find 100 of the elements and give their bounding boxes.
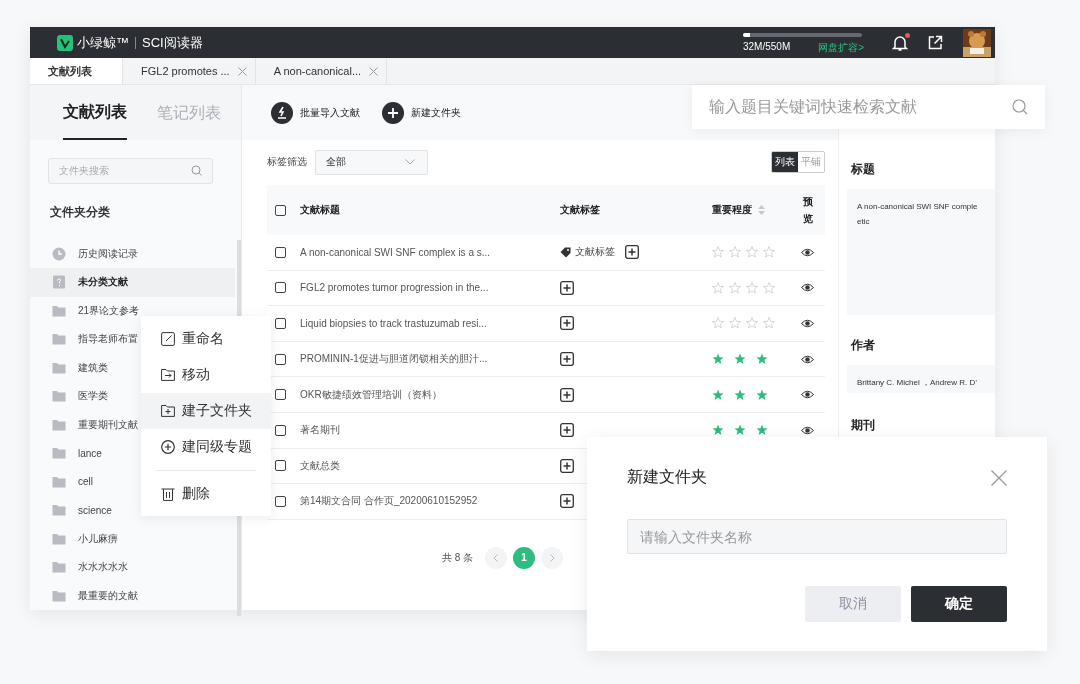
import-icon — [271, 101, 293, 124]
add-tag-icon[interactable] — [560, 316, 574, 331]
add-tag-icon[interactable] — [560, 387, 574, 402]
star-rating[interactable] — [712, 246, 775, 259]
checkbox[interactable] — [275, 204, 286, 216]
document-tab[interactable]: 文献列表 — [30, 58, 123, 84]
logo-icon — [57, 34, 73, 51]
upgrade-link[interactable]: 网盘扩容> — [818, 41, 864, 55]
field-label: 作者 — [850, 337, 876, 354]
document-title[interactable]: 著名期刊 — [300, 424, 340, 436]
close-icon[interactable] — [369, 66, 379, 76]
folder-icon — [52, 503, 66, 518]
checkbox[interactable] — [275, 282, 286, 294]
plus-icon — [382, 101, 404, 124]
folder-icon — [52, 360, 66, 375]
folder-icon — [52, 588, 66, 603]
column-header: 文献标题 — [300, 204, 340, 215]
title-value: etic — [857, 216, 871, 228]
field-label: 标题 — [850, 161, 876, 178]
add-tag-icon[interactable] — [625, 245, 639, 260]
folder-icon — [52, 474, 66, 489]
external-link-icon[interactable] — [928, 35, 943, 50]
confirm-button[interactable]: 确定 — [911, 586, 1007, 622]
column-header[interactable]: 重要程度 — [712, 203, 752, 217]
checkbox[interactable] — [275, 389, 286, 401]
folder-item[interactable]: 历史阅读记录 — [30, 239, 235, 268]
add-tag-icon[interactable] — [560, 423, 574, 438]
folder-icon — [52, 332, 66, 347]
storage-reading: 32M/550M — [743, 41, 791, 54]
checkbox[interactable] — [275, 460, 286, 472]
column-header: 文献标签 — [560, 203, 600, 217]
clock-icon — [52, 246, 66, 261]
eye-icon[interactable] — [801, 319, 814, 328]
trash-icon — [161, 487, 175, 501]
add-tag-icon[interactable] — [560, 352, 574, 367]
folder-item[interactable]: 未分类文献 — [30, 268, 235, 297]
checkbox[interactable] — [275, 353, 286, 365]
search-icon[interactable] — [1012, 99, 1028, 115]
folder-icon — [52, 417, 66, 432]
author-value: Brittany C. Michel ，Andrew R. D’ — [857, 377, 979, 389]
document-title[interactable]: FGL2 promotes tumor progression in the... — [300, 282, 489, 294]
folder-icon — [52, 446, 66, 461]
product-name: SCI阅读器 — [142, 33, 203, 52]
edit-icon — [161, 332, 175, 346]
document-tab[interactable]: A non-canonical... — [255, 58, 388, 84]
document-title[interactable]: A non-canonical SWI SNF complex is a s... — [300, 246, 491, 258]
eye-icon[interactable] — [801, 354, 814, 364]
checkbox[interactable] — [275, 318, 286, 329]
tag-icon — [560, 246, 571, 258]
filter-label: 标签筛选 — [267, 155, 307, 169]
menu-item[interactable]: 建同级专题 — [141, 429, 271, 465]
document-title[interactable]: Liquid biopsies to track trastuzumab resi... — [300, 318, 487, 329]
caret-icon — [405, 159, 415, 165]
folder-icon — [52, 531, 66, 546]
sidebar-tab[interactable]: 文献列表 — [63, 85, 127, 140]
folder-arrow-icon — [161, 368, 175, 382]
brand-name: 小绿鲸™ — [77, 33, 129, 52]
menu-item[interactable]: 移动 — [141, 357, 271, 393]
close-icon[interactable] — [991, 469, 1007, 486]
total-count: 共 8 条 — [442, 550, 474, 565]
star-rating[interactable] — [712, 281, 775, 294]
eye-icon[interactable] — [801, 425, 814, 435]
add-tag-icon[interactable] — [560, 494, 574, 509]
folder-item[interactable]: 小儿麻痹 — [30, 524, 235, 553]
toolbar-button[interactable]: 新建文件夹 — [382, 101, 461, 124]
view-toggle-button[interactable]: 列表 — [772, 152, 798, 172]
folder-icon — [52, 389, 66, 404]
menu-item[interactable]: 建子文件夹 — [141, 393, 271, 429]
checkbox[interactable] — [275, 246, 286, 258]
dialog-title: 新建文件夹 — [627, 467, 707, 487]
star-rating[interactable] — [712, 317, 775, 330]
close-icon[interactable] — [237, 66, 247, 76]
eye-icon[interactable] — [801, 247, 814, 257]
eye-icon[interactable] — [801, 390, 814, 400]
column-header: 预览 — [802, 195, 813, 226]
folder-item[interactable]: 水水水水水 — [30, 553, 235, 582]
folder-item[interactable]: 最重要的文献 — [30, 581, 235, 610]
add-tag-icon[interactable] — [560, 280, 574, 295]
add-tag-icon[interactable] — [560, 458, 574, 473]
section-heading: 文件夹分类 — [50, 203, 111, 221]
folder-plus-icon — [161, 404, 175, 418]
question-icon — [52, 275, 66, 290]
checkbox[interactable] — [275, 424, 286, 436]
circle-plus-icon — [161, 440, 175, 454]
tag-filter-dropdown[interactable]: 全部 — [315, 149, 428, 175]
document-title[interactable]: OKR敏捷绩效管理培训（资料） — [300, 388, 442, 400]
document-tab[interactable]: FGL2 promotes ... — [123, 58, 256, 84]
document-title[interactable]: 文献总类 — [300, 459, 340, 471]
title-value: A non-canonical SWI SNF comple — [857, 201, 979, 213]
menu-item[interactable]: 删除 — [141, 476, 271, 512]
checkbox[interactable] — [275, 495, 286, 507]
eye-icon[interactable] — [801, 283, 814, 293]
bell-icon[interactable] — [892, 33, 908, 52]
document-title[interactable]: 第14期文合同 合作页_20200610152952 — [300, 495, 478, 507]
toolbar-button[interactable]: 批量导入文献 — [271, 101, 360, 124]
folder-icon — [52, 303, 66, 318]
tag-label[interactable]: 文献标签 — [575, 245, 615, 260]
search-icon[interactable] — [191, 165, 202, 177]
document-title[interactable]: PROMININ-1促进与胆道闭锁相关的胆汁... — [300, 353, 488, 365]
folder-name-field[interactable]: 请输入文件夹名称 — [627, 519, 1007, 554]
